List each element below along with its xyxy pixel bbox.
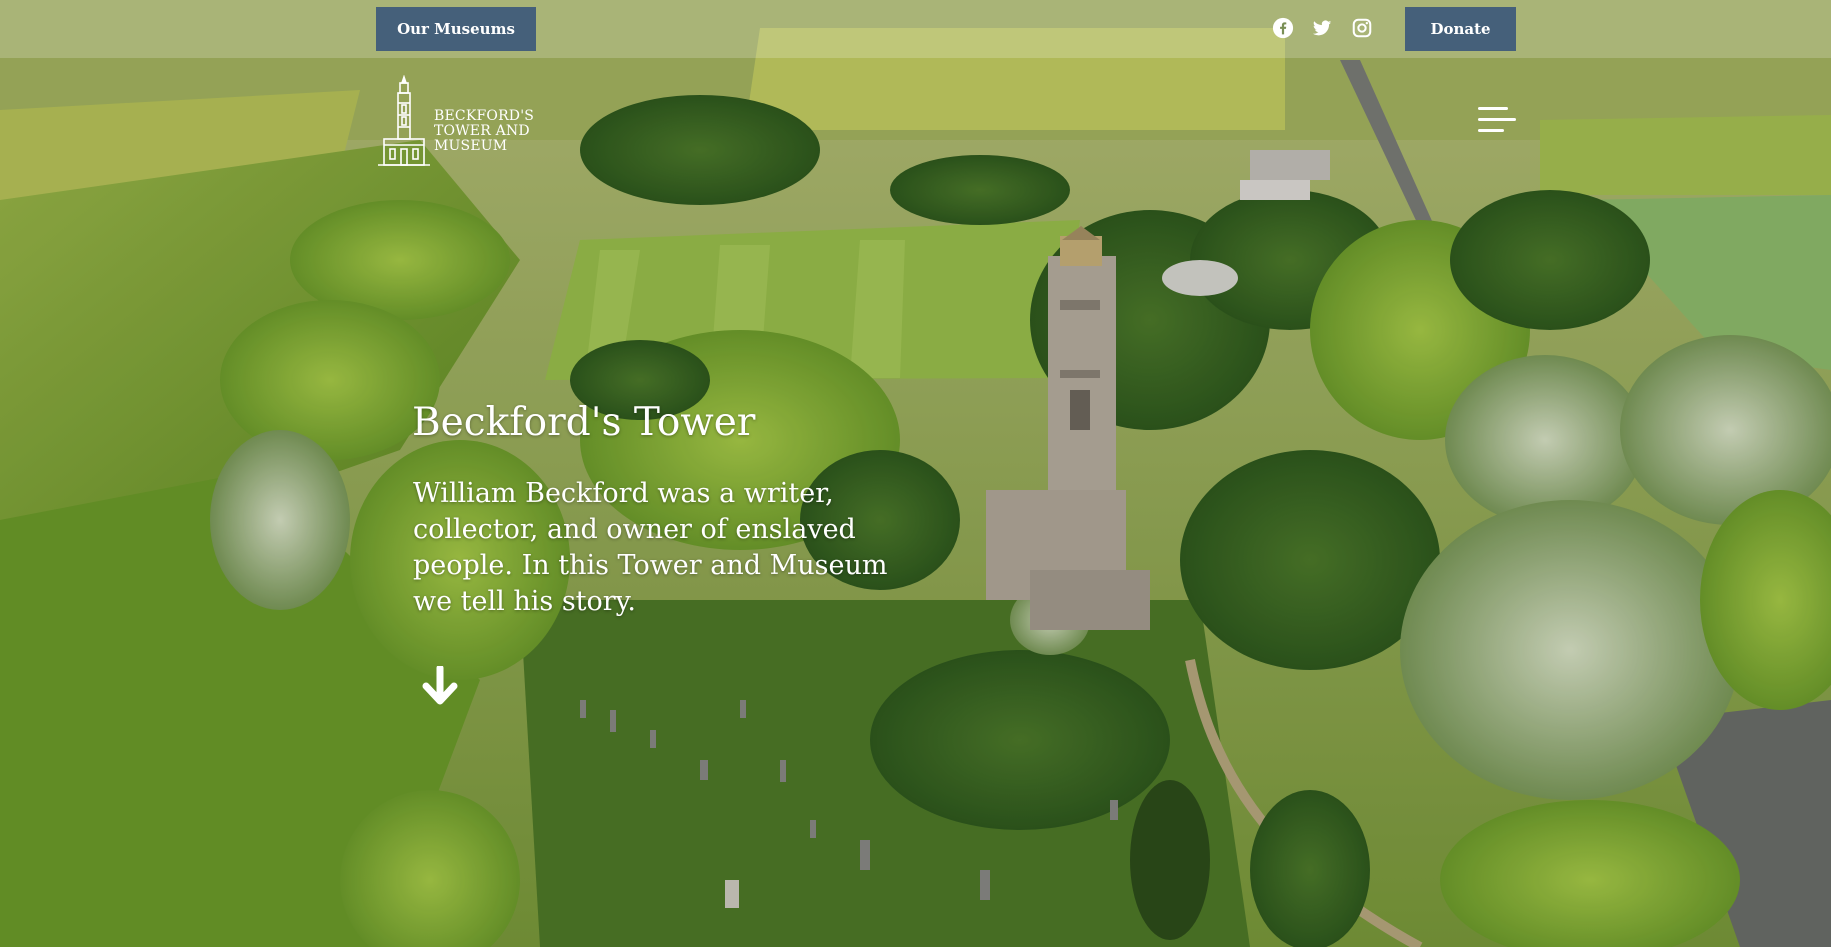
logo-line: MUSEUM — [434, 138, 508, 154]
instagram-icon[interactable] — [1351, 17, 1373, 39]
hero-background-image — [0, 0, 1831, 947]
tower-logo-icon — [378, 75, 430, 166]
site-logo[interactable]: BECKFORD'S TOWER AND MUSEUM — [376, 75, 566, 167]
twitter-icon[interactable] — [1311, 17, 1333, 39]
logo-line: TOWER AND — [434, 123, 530, 139]
menu-bar — [1478, 118, 1516, 121]
logo-line: BECKFORD'S — [434, 108, 535, 124]
logo-wordmark: BECKFORD'S TOWER AND MUSEUM — [434, 109, 574, 154]
top-navigation-bar — [0, 0, 1831, 58]
scroll-down-arrow-icon[interactable] — [422, 664, 458, 706]
menu-bar — [1478, 107, 1508, 110]
hamburger-menu-icon[interactable] — [1478, 104, 1520, 138]
our-museums-button[interactable]: Our Museums — [376, 7, 536, 51]
menu-bar — [1478, 129, 1504, 132]
facebook-icon[interactable] — [1272, 17, 1294, 39]
page-title: Beckford's Tower — [412, 400, 756, 445]
donate-button[interactable]: Donate — [1405, 7, 1516, 51]
hero-intro-text: William Beckford was a writer, collector… — [413, 478, 888, 617]
